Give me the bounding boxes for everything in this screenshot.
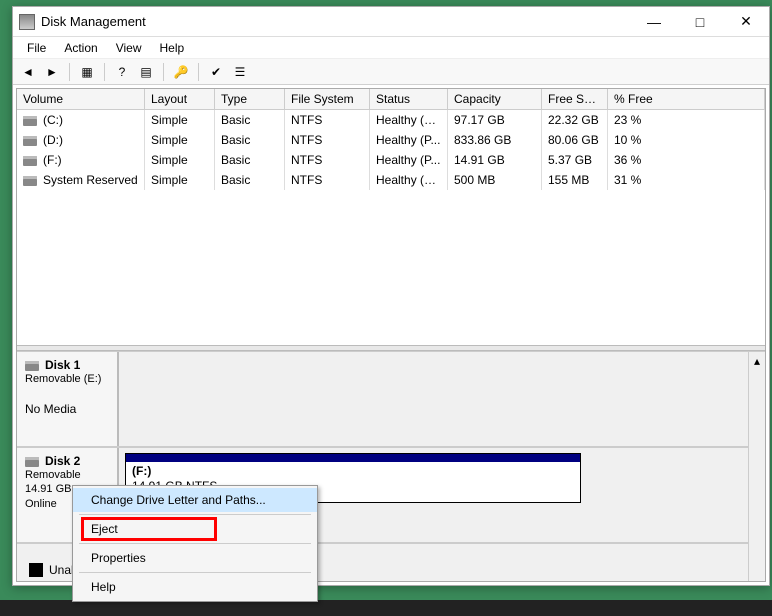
col-layout[interactable]: Layout: [145, 89, 215, 109]
maximize-button[interactable]: □: [677, 7, 723, 37]
volume-label: (F:): [132, 464, 574, 479]
drive-icon: [23, 116, 37, 126]
scrollbar[interactable]: ▴: [748, 352, 765, 581]
ctx-eject[interactable]: Eject: [73, 517, 317, 541]
help-icon: ?: [119, 65, 126, 79]
list-icon: ☰: [235, 65, 246, 79]
table-header[interactable]: Volume Layout Type File System Status Ca…: [17, 89, 765, 110]
disk-name: Disk 2: [45, 454, 80, 468]
col-freespace[interactable]: Free Spa...: [542, 89, 608, 109]
volume-name: (D:): [43, 133, 63, 147]
chevron-up-icon[interactable]: ▴: [754, 354, 760, 368]
taskbar[interactable]: [0, 600, 772, 616]
disk-type: Removable: [25, 468, 109, 482]
key-icon: 🔑: [174, 65, 189, 79]
table-row[interactable]: (C:) Simple Basic NTFS Healthy (B... 97.…: [17, 110, 765, 130]
volume-stripe: [126, 454, 580, 462]
volume-name: (F:): [43, 153, 62, 167]
volume-list[interactable]: Volume Layout Type File System Status Ca…: [17, 89, 765, 345]
ctx-separator: [79, 514, 311, 515]
titlebar[interactable]: Disk Management — □ ✕: [13, 7, 769, 37]
check-icon: ✔: [211, 65, 221, 79]
table-row[interactable]: (D:) Simple Basic NTFS Healthy (P... 833…: [17, 130, 765, 150]
context-menu: Change Drive Letter and Paths... Eject P…: [72, 485, 318, 602]
settings-button[interactable]: 🔑: [170, 61, 192, 83]
toolbar-separator: [69, 63, 70, 81]
list-button[interactable]: ☰: [229, 61, 251, 83]
table-icon: ▤: [140, 65, 151, 79]
checkmark-button[interactable]: ✔: [205, 61, 227, 83]
menu-view[interactable]: View: [108, 39, 150, 57]
toolbar: ◄ ► ▦ ? ▤ 🔑 ✔ ☰: [13, 59, 769, 85]
ctx-separator: [79, 572, 311, 573]
ctx-separator: [79, 543, 311, 544]
menu-file[interactable]: File: [19, 39, 54, 57]
toolbar-separator: [198, 63, 199, 81]
col-filesystem[interactable]: File System: [285, 89, 370, 109]
window-title: Disk Management: [41, 14, 631, 29]
menu-help[interactable]: Help: [152, 39, 193, 57]
forward-button[interactable]: ►: [41, 61, 63, 83]
app-icon: [19, 14, 35, 30]
disk-icon: [25, 361, 39, 371]
volume-name: System Reserved: [43, 173, 138, 187]
table-row[interactable]: (F:) Simple Basic NTFS Healthy (P... 14.…: [17, 150, 765, 170]
volume-name: (C:): [43, 113, 63, 127]
disk-block[interactable]: Disk 1 Removable (E:) No Media: [17, 352, 765, 448]
menubar: File Action View Help: [13, 37, 769, 59]
back-button[interactable]: ◄: [17, 61, 39, 83]
toolbar-separator: [104, 63, 105, 81]
minimize-button[interactable]: —: [631, 7, 677, 37]
ctx-properties[interactable]: Properties: [73, 546, 317, 570]
disk-type: Removable (E:): [25, 372, 109, 386]
ctx-change-drive-letter[interactable]: Change Drive Letter and Paths...: [73, 488, 317, 512]
menu-action[interactable]: Action: [56, 39, 105, 57]
disk-name: Disk 1: [45, 358, 80, 372]
disk-icon: [25, 457, 39, 467]
arrow-left-icon: ◄: [22, 65, 34, 79]
show-hide-console-button[interactable]: ▦: [76, 61, 98, 83]
grid-icon: ▦: [81, 65, 92, 79]
legend-swatch: [29, 563, 43, 577]
toolbar-separator: [163, 63, 164, 81]
ctx-help[interactable]: Help: [73, 575, 317, 599]
drive-icon: [23, 156, 37, 166]
arrow-right-icon: ►: [46, 65, 58, 79]
refresh-button[interactable]: ▤: [135, 61, 157, 83]
disk-status: No Media: [25, 400, 109, 416]
col-pctfree[interactable]: % Free: [608, 89, 765, 109]
drive-icon: [23, 176, 37, 186]
table-row[interactable]: System Reserved Simple Basic NTFS Health…: [17, 170, 765, 190]
col-type[interactable]: Type: [215, 89, 285, 109]
drive-icon: [23, 136, 37, 146]
col-volume[interactable]: Volume: [17, 89, 145, 109]
col-capacity[interactable]: Capacity: [448, 89, 542, 109]
close-button[interactable]: ✕: [723, 7, 769, 37]
col-status[interactable]: Status: [370, 89, 448, 109]
help-button[interactable]: ?: [111, 61, 133, 83]
